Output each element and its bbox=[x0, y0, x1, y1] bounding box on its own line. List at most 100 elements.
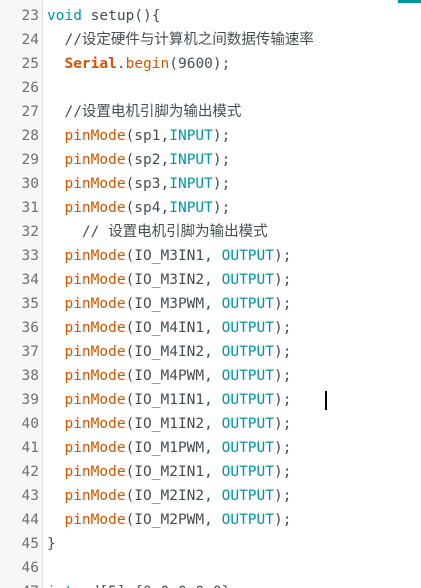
code-line[interactable]: 31 pinMode(sp4,INPUT); bbox=[0, 196, 421, 220]
code-text[interactable]: } bbox=[47, 532, 56, 556]
line-number: 36 bbox=[21, 320, 39, 336]
code-line[interactable]: 40 pinMode(IO_M1IN2, OUTPUT); bbox=[0, 412, 421, 436]
line-number: 25 bbox=[21, 56, 39, 72]
line-number: 44 bbox=[21, 512, 39, 528]
code-line[interactable]: 41 pinMode(IO_M1PWM, OUTPUT); bbox=[0, 436, 421, 460]
code-token: OUTPUT bbox=[221, 344, 274, 360]
code-line[interactable]: 30 pinMode(sp3,INPUT); bbox=[0, 172, 421, 196]
code-line[interactable]: 24 //设定硬件与计算机之间数据传输速率 bbox=[0, 28, 421, 52]
code-text[interactable]: pinMode(sp4,INPUT); bbox=[47, 196, 230, 220]
code-token: INPUT bbox=[169, 200, 213, 216]
code-token: Serial bbox=[64, 56, 117, 72]
code-token: (IO_M1PWM, bbox=[125, 440, 222, 456]
code-text[interactable]: pinMode(IO_M3IN2, OUTPUT); bbox=[47, 268, 291, 292]
code-token: pinMode bbox=[64, 248, 126, 264]
line-number: 37 bbox=[21, 344, 39, 360]
code-token: OUTPUT bbox=[221, 368, 274, 384]
code-text[interactable]: //设定硬件与计算机之间数据传输速率 bbox=[47, 28, 313, 52]
code-token: (sp2, bbox=[125, 152, 170, 168]
code-token: //设置电机引脚为输出模式 bbox=[47, 104, 242, 120]
code-line[interactable]: 43 pinMode(IO_M2IN2, OUTPUT); bbox=[0, 484, 421, 508]
code-line[interactable]: 23 void setup(){ bbox=[0, 4, 421, 28]
code-line[interactable]: 26 bbox=[0, 76, 421, 100]
code-token: (9600); bbox=[169, 56, 231, 72]
code-token: ); bbox=[212, 176, 231, 192]
code-text[interactable]: pinMode(IO_M4PWM, OUTPUT); bbox=[47, 364, 291, 388]
code-token: (IO_M3PWM, bbox=[125, 296, 222, 312]
line-number: 33 bbox=[21, 248, 39, 264]
code-line[interactable]: 45} bbox=[0, 532, 421, 556]
line-number: 26 bbox=[21, 80, 39, 96]
code-token: pinMode bbox=[64, 320, 126, 336]
code-text[interactable]: pinMode(IO_M3IN1, OUTPUT); bbox=[47, 244, 291, 268]
line-number: 38 bbox=[21, 368, 39, 384]
code-token: void bbox=[47, 8, 82, 24]
code-token: ); bbox=[274, 344, 292, 360]
code-text[interactable]: //设置电机引脚为输出模式 bbox=[47, 100, 241, 124]
code-token: (IO_M4IN2, bbox=[125, 344, 222, 360]
code-editor[interactable]: 23 void setup(){24 //设定硬件与计算机之间数据传输速率 25 S… bbox=[0, 0, 421, 588]
code-text[interactable]: void setup(){ bbox=[47, 4, 161, 28]
code-token: pinMode bbox=[64, 152, 126, 168]
code-line[interactable]: 28 pinMode(sp1,INPUT); bbox=[0, 124, 421, 148]
code-text[interactable]: pinMode(sp2,INPUT); bbox=[47, 148, 230, 172]
code-token: ); bbox=[274, 368, 292, 384]
code-line[interactable]: 36 pinMode(IO_M4IN1, OUTPUT); bbox=[0, 316, 421, 340]
code-text[interactable]: pinMode(IO_M1IN2, OUTPUT); bbox=[47, 412, 291, 436]
code-line[interactable]: 46 bbox=[0, 556, 421, 580]
code-text[interactable]: // 设置电机引脚为输出模式 bbox=[47, 220, 268, 244]
code-token: OUTPUT bbox=[221, 416, 274, 432]
code-line[interactable]: 29 pinMode(sp2,INPUT); bbox=[0, 148, 421, 172]
code-token: (sp4, bbox=[125, 200, 170, 216]
code-token: ); bbox=[274, 320, 292, 336]
code-text[interactable]: pinMode(IO_M2IN2, OUTPUT); bbox=[47, 484, 291, 508]
line-number: 42 bbox=[21, 464, 39, 480]
code-line[interactable]: 42 pinMode(IO_M2IN1, OUTPUT); bbox=[0, 460, 421, 484]
code-line[interactable]: 32 // 设置电机引脚为输出模式 bbox=[0, 220, 421, 244]
code-line[interactable]: 34 pinMode(IO_M3IN2, OUTPUT); bbox=[0, 268, 421, 292]
code-text[interactable]: pinMode(IO_M4IN1, OUTPUT); bbox=[47, 316, 291, 340]
code-text[interactable]: pinMode(sp3,INPUT); bbox=[47, 172, 230, 196]
code-line[interactable]: 33 pinMode(IO_M3IN1, OUTPUT); bbox=[0, 244, 421, 268]
code-token: (IO_M4PWM, bbox=[125, 368, 222, 384]
code-token: pinMode bbox=[64, 128, 126, 144]
code-token: ); bbox=[274, 464, 292, 480]
code-text[interactable]: pinMode(IO_M4IN2, OUTPUT); bbox=[47, 340, 291, 364]
code-text[interactable]: pinMode(IO_M3PWM, OUTPUT); bbox=[47, 292, 291, 316]
code-line[interactable]: 25 Serial.begin(9600); bbox=[0, 52, 421, 76]
code-token: pinMode bbox=[64, 176, 126, 192]
code-text[interactable]: pinMode(IO_M2IN1, OUTPUT); bbox=[47, 460, 291, 484]
code-line[interactable]: 35 pinMode(IO_M3PWM, OUTPUT); bbox=[0, 292, 421, 316]
code-text[interactable]: pinMode(IO_M1PWM, OUTPUT); bbox=[47, 436, 291, 460]
code-line[interactable]: 37 pinMode(IO_M4IN2, OUTPUT); bbox=[0, 340, 421, 364]
code-token: (IO_M4IN1, bbox=[125, 320, 222, 336]
code-token: (IO_M3IN2, bbox=[125, 272, 222, 288]
code-line[interactable]: 47 int sd[5]={0,0,0,0,0}; bbox=[0, 580, 421, 588]
code-token: ); bbox=[274, 488, 292, 504]
code-text[interactable]: Serial.begin(9600); bbox=[47, 52, 230, 76]
code-token: pinMode bbox=[64, 440, 126, 456]
code-line[interactable]: 27 //设置电机引脚为输出模式 bbox=[0, 100, 421, 124]
code-token: begin bbox=[125, 56, 170, 72]
code-token: pinMode bbox=[64, 344, 126, 360]
code-text[interactable]: pinMode(IO_M1IN1, OUTPUT); bbox=[47, 388, 291, 412]
code-line[interactable]: 39 pinMode(IO_M1IN1, OUTPUT); bbox=[0, 388, 421, 412]
code-text[interactable]: int sd[5]={0,0,0,0,0}; bbox=[47, 580, 239, 588]
code-text[interactable]: pinMode(sp1,INPUT); bbox=[47, 124, 230, 148]
code-token: (IO_M1IN2, bbox=[125, 416, 222, 432]
line-number: 28 bbox=[21, 128, 39, 144]
code-token: (IO_M2PWM, bbox=[125, 512, 222, 528]
code-text[interactable]: pinMode(IO_M2PWM, OUTPUT); bbox=[47, 508, 291, 532]
code-line[interactable]: 38 pinMode(IO_M4PWM, OUTPUT); bbox=[0, 364, 421, 388]
code-line[interactable]: 44 pinMode(IO_M2PWM, OUTPUT); bbox=[0, 508, 421, 532]
code-token: OUTPUT bbox=[221, 272, 274, 288]
